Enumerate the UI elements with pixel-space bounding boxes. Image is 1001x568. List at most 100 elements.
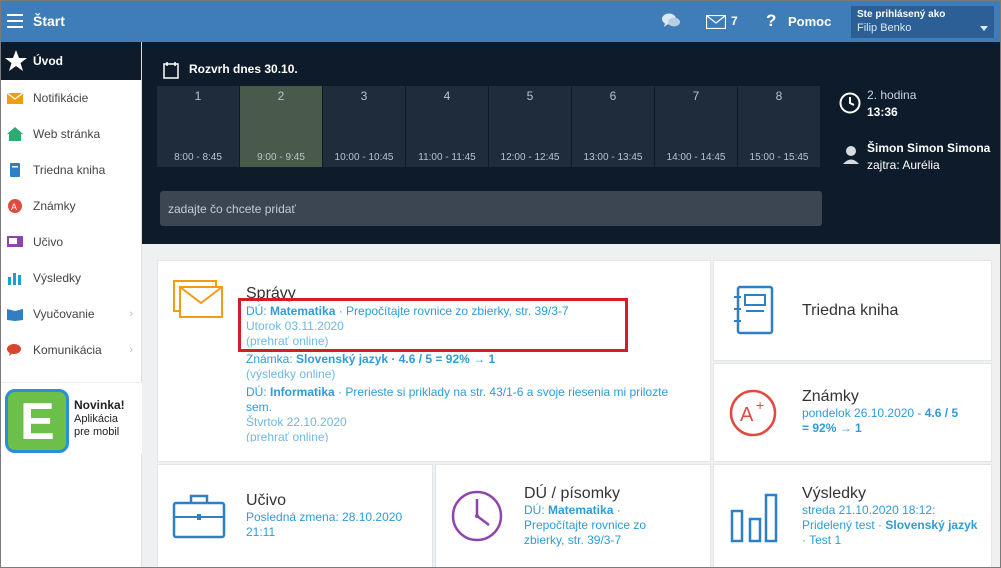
sidebar-item-web-stranka[interactable]: Web stránka bbox=[1, 116, 141, 152]
clock-icon bbox=[451, 490, 503, 542]
svg-text:A: A bbox=[740, 404, 754, 426]
schedule-title: Rozvrh dnes 30.10. bbox=[189, 62, 298, 76]
message-item[interactable]: Známka: Slovenský jazyk · 4.6 / 5 = 92% … bbox=[246, 352, 696, 382]
grades-card[interactable]: A + Známky pondelok 26.10.2020 - 4.6 / 5… bbox=[713, 363, 992, 462]
period-number: 3 bbox=[360, 89, 368, 103]
period-number: 6 bbox=[609, 89, 617, 103]
message-text: · 4.6 / 5 = 92% → 1 bbox=[388, 352, 496, 366]
home-icon bbox=[7, 127, 23, 141]
sidebar-item-label: Komunikácia bbox=[33, 343, 102, 357]
homework-prefix: DÚ: bbox=[524, 503, 548, 517]
sidebar: Úvod Notifikácie Web stránka Triedna kni… bbox=[1, 42, 142, 567]
grade-a-plus-icon: A + bbox=[729, 389, 777, 437]
sidebar-item-notifikacie[interactable]: Notifikácie bbox=[1, 80, 141, 116]
curriculum-card[interactable]: Učivo Posledná zmena: 28.10.2020 21:11 bbox=[157, 464, 433, 567]
highlight-annotation bbox=[238, 298, 628, 352]
help-icon[interactable]: ? bbox=[766, 11, 776, 31]
briefcase-icon bbox=[172, 494, 226, 539]
period-cell[interactable]: 1 8:00 - 8:45 bbox=[157, 86, 239, 167]
results-item[interactable]: streda 21.10.2020 18:12: Pridelený test … bbox=[802, 503, 982, 548]
class-book-title: Triedna kniha bbox=[802, 302, 899, 319]
period-cell[interactable]: 6 13:00 - 13:45 bbox=[572, 86, 654, 167]
notebook-icon bbox=[734, 285, 774, 335]
results-test: · Test 1 bbox=[802, 533, 842, 547]
chat-icon[interactable] bbox=[661, 12, 681, 30]
grade-icon: A bbox=[8, 199, 22, 213]
results-type: Pridelený test · bbox=[802, 518, 886, 532]
grades-value: 4.6 / 5 bbox=[924, 406, 959, 420]
start-link[interactable]: Štart bbox=[33, 13, 65, 29]
app-window: Štart 7 ? Pomoc Ste prihlásený ako Filip… bbox=[0, 0, 1001, 568]
communication-icon bbox=[7, 344, 21, 356]
period-number: 7 bbox=[692, 89, 700, 103]
mail-icon[interactable] bbox=[706, 15, 726, 29]
sidebar-item-label: Učivo bbox=[33, 235, 64, 249]
homework-subject[interactable]: Matematika bbox=[548, 503, 613, 517]
message-subject[interactable]: Informatika bbox=[270, 385, 335, 399]
logged-in-label: Ste prihlásený ako bbox=[857, 9, 946, 20]
svg-text:+: + bbox=[756, 397, 764, 413]
edupage-logo-icon: E bbox=[5, 389, 69, 453]
chevron-right-icon[interactable]: › bbox=[129, 344, 133, 356]
grades-title: Známky bbox=[802, 388, 859, 405]
curriculum-icon bbox=[7, 236, 23, 247]
sidebar-item-komunikacia[interactable]: Komunikácia › bbox=[1, 332, 141, 368]
results-card[interactable]: Výsledky streda 21.10.2020 18:12: Pridel… bbox=[713, 464, 992, 567]
period-time: 10:00 - 10:45 bbox=[334, 152, 394, 163]
period-cell[interactable]: 4 11:00 - 11:45 bbox=[406, 86, 488, 167]
class-book-card[interactable]: Triedna kniha bbox=[713, 260, 992, 361]
sidebar-item-label: Triedna kniha bbox=[33, 163, 106, 177]
curriculum-date: Posledná zmena: 28.10.2020 bbox=[246, 510, 403, 524]
message-link[interactable]: (prehrať online) bbox=[246, 430, 329, 442]
message-prefix: Známka: bbox=[246, 352, 297, 366]
mail-count-badge[interactable]: 7 bbox=[731, 14, 738, 28]
results-title: Výsledky bbox=[802, 485, 867, 502]
message-date: Štvrtok 22.10.2020 bbox=[246, 415, 347, 429]
promo-line2: pre mobil bbox=[74, 426, 120, 438]
chevron-down-icon[interactable] bbox=[980, 26, 988, 31]
results-subject[interactable]: Slovenský jazyk bbox=[885, 518, 977, 532]
sidebar-item-vysledky[interactable]: Výsledky bbox=[1, 260, 141, 296]
period-cell-current[interactable]: 2 9:00 - 9:45 bbox=[240, 86, 322, 167]
user-name: Filip Benko bbox=[857, 22, 912, 34]
sidebar-item-znamky[interactable]: A Známky bbox=[1, 188, 141, 224]
sidebar-item-triedna-kniha[interactable]: Triedna kniha bbox=[1, 152, 141, 188]
curriculum-title: Učivo bbox=[246, 492, 287, 509]
homework-card[interactable]: DÚ / písomky DÚ: Matematika · Prepočítaj… bbox=[435, 464, 711, 567]
sidebar-item-ucivo[interactable]: Učivo bbox=[1, 224, 141, 260]
sidebar-item-vyucovanie[interactable]: Vyučovanie › bbox=[1, 296, 141, 332]
schedule-periods: 1 8:00 - 8:45 2 9:00 - 9:45 3 10:00 - 10:45… bbox=[157, 86, 821, 167]
clock-icon bbox=[839, 92, 861, 114]
period-time: 15:00 - 15:45 bbox=[749, 152, 809, 163]
period-number: 8 bbox=[775, 89, 783, 103]
period-cell[interactable]: 5 12:00 - 12:45 bbox=[489, 86, 571, 167]
quick-add-input[interactable] bbox=[160, 191, 822, 226]
period-time: 9:00 - 9:45 bbox=[257, 152, 305, 163]
bar-chart-icon bbox=[730, 493, 778, 543]
promo-text: Novinka! Aplikácia pre mobil bbox=[74, 399, 125, 439]
period-cell[interactable]: 3 10:00 - 10:45 bbox=[323, 86, 405, 167]
sidebar-item-label: Úvod bbox=[33, 54, 63, 68]
star-icon bbox=[5, 50, 27, 71]
mobile-app-promo[interactable]: E Novinka! Aplikácia pre mobil bbox=[1, 382, 142, 454]
curriculum-time: 21:11 bbox=[246, 525, 276, 539]
sidebar-item-uvod[interactable]: Úvod bbox=[1, 42, 141, 80]
homework-item[interactable]: DÚ: Matematika · Prepočítajte rovnice zo… bbox=[524, 503, 674, 548]
chevron-right-icon[interactable]: › bbox=[129, 308, 133, 320]
message-item[interactable]: DÚ: Informatika · Prerieste si priklady … bbox=[246, 385, 696, 442]
message-link[interactable]: (výsledky online) bbox=[246, 367, 335, 381]
period-cell[interactable]: 8 15:00 - 15:45 bbox=[738, 86, 820, 167]
user-menu[interactable]: Ste prihlásený ako Filip Benko bbox=[851, 6, 994, 38]
grades-result: = 92% → 1 bbox=[802, 421, 862, 435]
hamburger-menu-icon[interactable] bbox=[7, 14, 23, 28]
svg-text:A: A bbox=[11, 202, 17, 212]
envelope-icon bbox=[173, 280, 223, 318]
book-icon bbox=[10, 163, 20, 177]
period-time: 11:00 - 11:45 bbox=[418, 152, 476, 163]
period-cell[interactable]: 7 14:00 - 14:45 bbox=[655, 86, 737, 167]
sidebar-item-label: Notifikácie bbox=[33, 91, 89, 105]
current-time: 13:36 bbox=[867, 105, 898, 119]
help-link[interactable]: Pomoc bbox=[788, 14, 831, 29]
top-bar: Štart 7 ? Pomoc Ste prihlásený ako Filip… bbox=[1, 1, 1000, 42]
message-subject[interactable]: Slovenský jazyk bbox=[296, 352, 388, 366]
